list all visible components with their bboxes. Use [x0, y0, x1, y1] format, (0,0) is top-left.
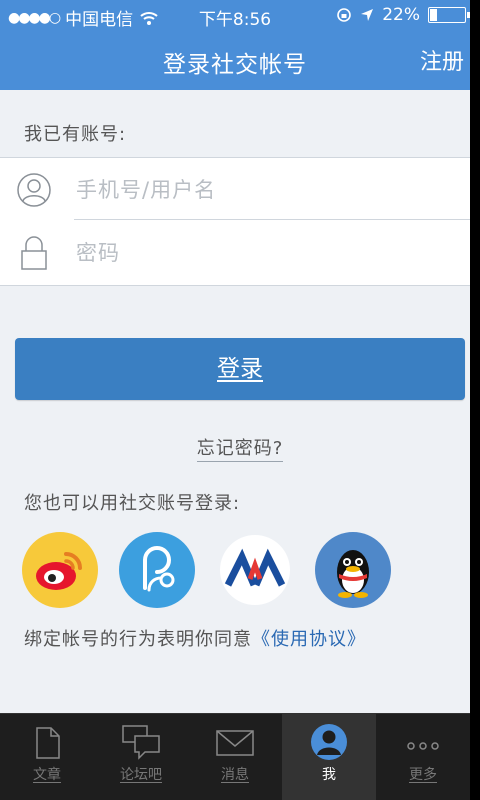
status-bar: ●●●●○ 中国电信 下午8:56 22%: [0, 0, 470, 30]
battery-percent: 22%: [382, 5, 420, 25]
more-icon: [407, 742, 439, 750]
login-form: [0, 157, 470, 286]
login-button-label: 登录: [217, 356, 263, 382]
person-icon: [311, 724, 347, 760]
tab-label: 论坛吧: [120, 767, 162, 783]
password-row: [0, 221, 470, 284]
chat-bubbles-icon: [122, 725, 160, 760]
rotation-lock-icon: [337, 8, 352, 22]
tab-more[interactable]: 更多: [376, 714, 470, 800]
page-title: 登录社交帐号: [163, 52, 307, 78]
terms-of-use-link[interactable]: 《使用协议》: [252, 629, 366, 650]
tab-label: 消息: [221, 767, 249, 783]
document-icon: [36, 727, 60, 759]
agreement-text: 绑定帐号的行为表明你同意《使用协议》: [24, 625, 366, 651]
envelope-icon: [216, 730, 254, 756]
register-button[interactable]: 注册: [420, 44, 464, 76]
login-button[interactable]: 登录: [15, 338, 465, 400]
user-icon: [17, 173, 51, 207]
kaixin-icon[interactable]: [220, 535, 290, 605]
weibo-icon[interactable]: [22, 532, 98, 608]
qq-icon[interactable]: [315, 532, 391, 608]
renren-icon[interactable]: [119, 532, 195, 608]
social-login-label: 您也可以用社交账号登录:: [24, 493, 241, 514]
tab-messages[interactable]: 消息: [188, 714, 282, 800]
agreement-prefix: 绑定帐号的行为表明你同意: [24, 629, 252, 650]
location-icon: [361, 9, 374, 21]
tab-me[interactable]: 我: [282, 714, 376, 800]
username-input[interactable]: [74, 172, 458, 208]
forgot-password-link[interactable]: 忘记密码?: [0, 434, 470, 462]
nav-bar: 登录社交帐号 注册: [0, 30, 470, 90]
have-account-label: 我已有账号:: [24, 124, 127, 145]
username-row: [0, 158, 470, 221]
forgot-password-label: 忘记密码?: [196, 438, 284, 462]
battery-icon: [428, 7, 470, 23]
password-input[interactable]: [74, 235, 458, 271]
tab-label: 我: [322, 767, 336, 783]
login-screen: ●●●●○ 中国电信 下午8:56 22% 登录社交帐号 注册 我已有账号: 手…: [0, 0, 470, 800]
bottom-tab-bar: 文章 论坛吧 消息 我 更多: [0, 713, 470, 800]
tab-label: 更多: [409, 767, 437, 783]
tab-label: 文章: [33, 767, 61, 783]
battery-fill: [430, 9, 437, 21]
lock-icon: [21, 236, 47, 270]
field-divider: [74, 219, 470, 220]
tab-forum[interactable]: 论坛吧: [94, 714, 188, 800]
tab-articles[interactable]: 文章: [0, 714, 94, 800]
